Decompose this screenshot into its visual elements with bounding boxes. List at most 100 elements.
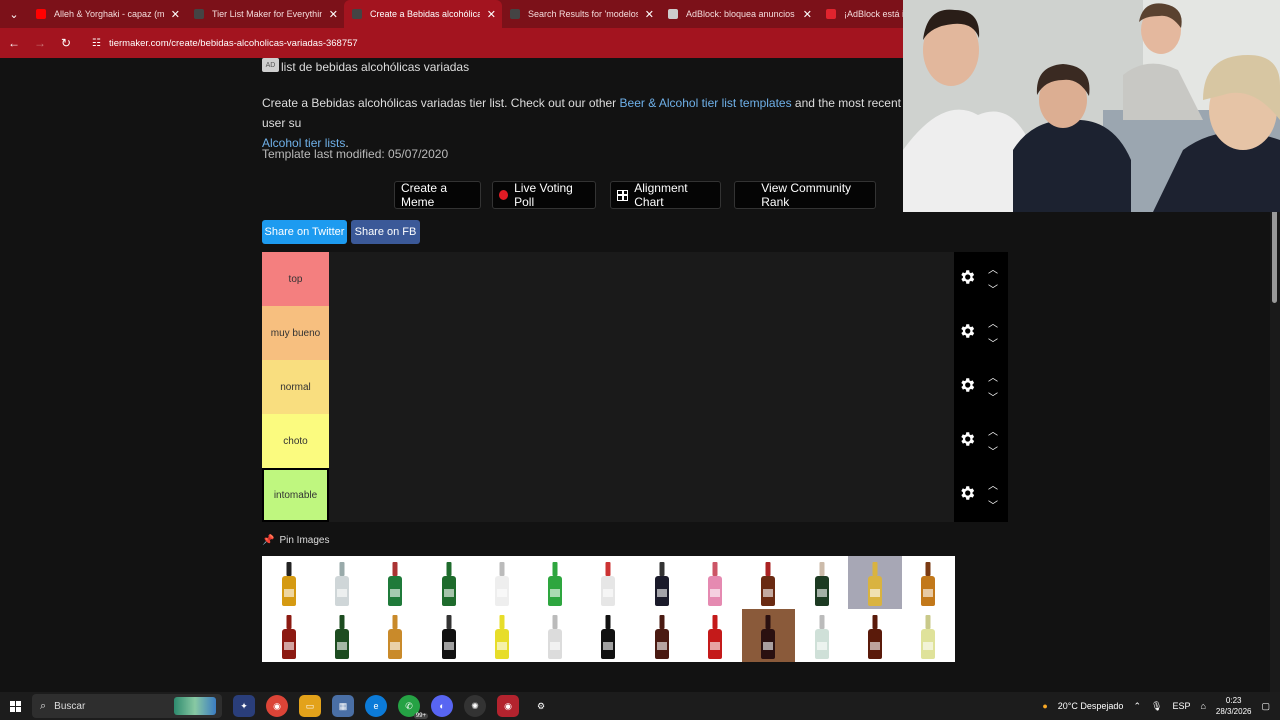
browser-tab[interactable]: AdBlock: bloquea anuncios en ✕ xyxy=(660,0,818,28)
browser-tab[interactable]: Alleh & Yorghaki - capaz (mere ✕ xyxy=(28,0,186,28)
chevron-down-icon[interactable]: ﹀ xyxy=(988,389,998,404)
settings-gear-icon[interactable]: ⚙ xyxy=(530,695,552,717)
draggable-drink-image[interactable] xyxy=(901,609,955,662)
draggable-drink-image[interactable] xyxy=(368,556,422,609)
draggable-drink-image[interactable] xyxy=(262,556,316,609)
tier-label[interactable]: normal xyxy=(262,360,329,414)
weather-text[interactable]: 20°C Despejado xyxy=(1058,701,1124,711)
draggable-drink-image[interactable] xyxy=(688,609,742,662)
gear-icon[interactable] xyxy=(958,322,976,340)
tray-chevron-up-icon[interactable]: ⌃ xyxy=(1133,701,1141,712)
draggable-drink-image[interactable] xyxy=(635,556,689,609)
system-clock[interactable]: 0:23 28/3/2026 xyxy=(1216,695,1252,717)
chevron-up-icon[interactable]: ︿ xyxy=(988,477,998,492)
chevron-up-icon[interactable]: ︿ xyxy=(988,423,998,438)
view-community-rank-button[interactable]: View Community Rank xyxy=(734,181,876,209)
chevron-up-icon[interactable]: ︿ xyxy=(988,261,998,276)
browser-tab[interactable]: Create a Bebidas alcohólicas va ✕ xyxy=(344,0,502,28)
draggable-drink-image[interactable] xyxy=(581,609,636,662)
copilot-icon[interactable]: ✦ xyxy=(233,695,255,717)
tier-drop-zone[interactable] xyxy=(329,414,954,468)
live-voting-poll-button[interactable]: Live Voting Poll xyxy=(492,181,596,209)
notifications-icon[interactable]: ▢ xyxy=(1261,701,1270,712)
pin-images-toggle[interactable]: 📌 Pin Images xyxy=(262,535,329,546)
tier-row: muy bueno ︿ ﹀ xyxy=(262,306,1008,360)
browser-tab[interactable]: Search Results for 'modelos' - T ✕ xyxy=(502,0,660,28)
draggable-drink-image[interactable] xyxy=(528,556,582,609)
forward-arrow-icon[interactable]: → xyxy=(28,31,52,55)
start-button[interactable] xyxy=(0,700,30,712)
chevron-down-icon[interactable]: ﹀ xyxy=(988,443,998,458)
alignment-chart-button[interactable]: Alignment Chart xyxy=(610,181,721,209)
file-explorer-icon[interactable]: ▭ xyxy=(299,695,321,717)
page-scrollbar[interactable] xyxy=(1270,208,1280,692)
taskbar-search[interactable]: ⌕ Buscar xyxy=(32,694,222,718)
chevron-up-icon[interactable]: ︿ xyxy=(988,369,998,384)
tier-label[interactable]: muy bueno xyxy=(262,306,329,360)
draggable-drink-image[interactable] xyxy=(475,609,529,662)
rank-grid-icon xyxy=(741,187,755,203)
language-indicator[interactable]: ESP xyxy=(1172,701,1190,711)
chevron-down-icon[interactable]: ﹀ xyxy=(988,335,998,350)
back-arrow-icon[interactable]: ← xyxy=(2,31,26,55)
edge-icon[interactable]: e xyxy=(365,695,387,717)
url-field[interactable]: ☷ tiermaker.com/create/bebidas-alcoholic… xyxy=(92,38,358,49)
tab-search-chevron-icon[interactable]: ⌄ xyxy=(0,0,28,28)
draggable-drink-image[interactable] xyxy=(315,609,369,662)
chevron-down-icon[interactable]: ﹀ xyxy=(988,281,998,296)
tier-label[interactable]: top xyxy=(262,252,329,306)
browser-tab[interactable]: Tier List Maker for Everything - ✕ xyxy=(186,0,344,28)
draggable-drink-image[interactable] xyxy=(688,556,742,609)
draggable-drink-image[interactable] xyxy=(741,556,795,609)
draggable-drink-image[interactable] xyxy=(794,609,849,662)
draggable-drink-image[interactable] xyxy=(901,556,955,609)
whatsapp-icon[interactable]: ✆ 99+ xyxy=(398,695,428,719)
gear-icon[interactable] xyxy=(958,376,976,394)
reload-icon[interactable]: ↻ xyxy=(54,31,78,55)
tab-close-icon[interactable]: ✕ xyxy=(171,8,180,21)
tier-label[interactable]: choto xyxy=(262,414,329,468)
network-icon[interactable]: ⌂ xyxy=(1200,701,1205,711)
draggable-drink-image[interactable] xyxy=(794,556,849,609)
tier-label[interactable]: intomable xyxy=(262,468,329,522)
chevron-up-icon[interactable]: ︿ xyxy=(988,315,998,330)
calculator-icon[interactable]: ▦ xyxy=(332,695,354,717)
tier-drop-zone[interactable] xyxy=(329,252,954,306)
draggable-drink-image[interactable] xyxy=(421,609,476,662)
gear-icon[interactable] xyxy=(958,430,976,448)
tab-close-icon[interactable]: ✕ xyxy=(487,8,496,21)
share-twitter-button[interactable]: Share on Twitter xyxy=(262,220,347,244)
draggable-drink-image[interactable] xyxy=(581,556,636,609)
browser-active-icon[interactable]: ◉ xyxy=(497,695,519,717)
bottle-label-shape xyxy=(869,589,880,597)
clock-date: 28/3/2026 xyxy=(1215,707,1252,716)
tier-drop-zone[interactable] xyxy=(329,360,954,414)
share-fb-button[interactable]: Share on FB xyxy=(351,220,420,244)
chatgpt-icon[interactable]: ✺ xyxy=(464,695,486,717)
draggable-drink-image[interactable] xyxy=(475,556,529,609)
draggable-drink-image[interactable] xyxy=(262,609,316,662)
microphone-icon[interactable]: 🎙 xyxy=(1151,701,1162,712)
draggable-drink-image[interactable] xyxy=(421,556,476,609)
chevron-down-icon[interactable]: ﹀ xyxy=(988,497,998,512)
site-settings-icon[interactable]: ☷ xyxy=(92,38,101,49)
tab-close-icon[interactable]: ✕ xyxy=(803,8,812,21)
chrome-icon[interactable]: ◉ xyxy=(266,695,288,717)
tab-close-icon[interactable]: ✕ xyxy=(645,8,654,21)
beer-alcohol-templates-link[interactable]: Beer & Alcohol tier list templates xyxy=(620,96,792,110)
draggable-drink-image[interactable] xyxy=(848,556,902,609)
gear-icon[interactable] xyxy=(958,268,976,286)
tier-drop-zone[interactable] xyxy=(329,468,954,522)
tab-close-icon[interactable]: ✕ xyxy=(329,8,338,21)
draggable-drink-image[interactable] xyxy=(635,609,689,662)
draggable-drink-image[interactable] xyxy=(368,609,422,662)
draggable-drink-image[interactable] xyxy=(315,556,369,609)
scrollbar-thumb[interactable] xyxy=(1272,208,1277,303)
draggable-drink-image[interactable] xyxy=(848,609,902,662)
tier-drop-zone[interactable] xyxy=(329,306,954,360)
draggable-drink-image[interactable] xyxy=(741,609,795,662)
create-meme-button[interactable]: Create a Meme xyxy=(394,181,481,209)
discord-icon[interactable]: ◐ xyxy=(431,695,453,717)
gear-icon[interactable] xyxy=(958,484,976,502)
draggable-drink-image[interactable] xyxy=(528,609,582,662)
